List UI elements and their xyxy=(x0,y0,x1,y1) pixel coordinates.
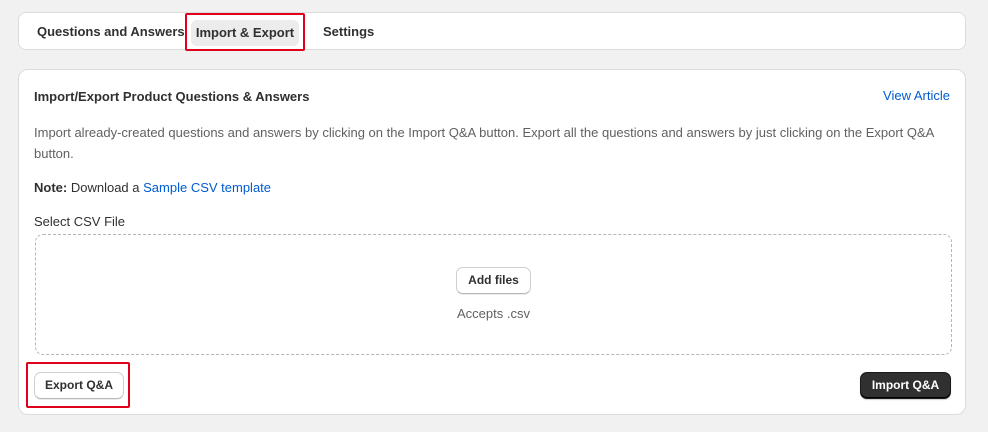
tab-import-export[interactable]: Import & Export xyxy=(191,20,299,46)
export-qa-button[interactable]: Export Q&A xyxy=(34,372,124,399)
highlight-box-export-button: Export Q&A xyxy=(26,362,130,408)
card-title: Import/Export Product Questions & Answer… xyxy=(34,89,310,104)
note-label: Note: xyxy=(34,180,68,195)
view-article-link[interactable]: View Article xyxy=(883,88,950,103)
import-export-card: Import/Export Product Questions & Answer… xyxy=(18,69,966,415)
card-description: Import already-created questions and ans… xyxy=(34,125,934,161)
sample-csv-template-link[interactable]: Sample CSV template xyxy=(143,180,271,195)
tab-bar: Questions and Answers Import & Export Se… xyxy=(18,12,966,51)
csv-dropzone[interactable]: Add files Accepts .csv xyxy=(35,234,952,355)
import-qa-button[interactable]: Import Q&A xyxy=(860,372,951,399)
note: Note: Download a Sample CSV template xyxy=(34,180,271,195)
tab-questions-and-answers[interactable]: Questions and Answers xyxy=(37,13,185,51)
accepts-hint: Accepts .csv xyxy=(457,306,530,321)
select-csv-file-label: Select CSV File xyxy=(34,214,126,229)
note-text: Download a xyxy=(70,180,140,195)
tab-settings[interactable]: Settings xyxy=(323,13,374,51)
highlight-box-import-export-tab: Import & Export xyxy=(185,13,305,51)
add-files-button[interactable]: Add files xyxy=(456,267,531,294)
